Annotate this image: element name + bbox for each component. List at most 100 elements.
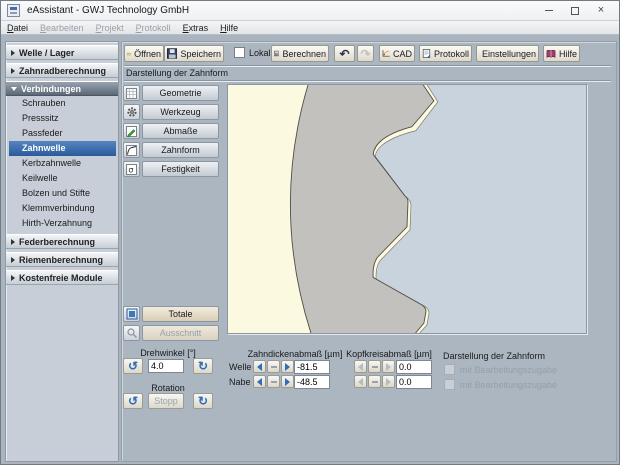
arrow-left-icon xyxy=(358,363,363,371)
welle-kopfkreis-input[interactable] xyxy=(396,360,432,374)
werkzeug-button[interactable]: Werkzeug xyxy=(142,104,219,120)
welle-zahndicken-input[interactable] xyxy=(294,360,330,374)
zahnform-button[interactable]: Zahnform xyxy=(142,142,219,158)
bearbeitungszugabe-checkbox-2[interactable] xyxy=(444,379,455,390)
welle-kopfkreis-next-button[interactable] xyxy=(382,360,395,373)
sidebar-section-verbindungen[interactable]: Verbindungen xyxy=(6,81,118,96)
rotation-cw-button[interactable]: ↻ xyxy=(193,393,213,409)
divider xyxy=(124,80,611,82)
totale-icon-button[interactable] xyxy=(123,306,140,322)
rotate-ccw-icon: ↺ xyxy=(128,360,138,372)
totale-button[interactable]: Totale xyxy=(142,306,219,322)
nabe-kopfkreis-prev-button[interactable] xyxy=(354,375,367,388)
menu-protokoll[interactable]: Protokoll xyxy=(130,23,177,33)
sidebar-section-federberechnung[interactable]: Federberechnung xyxy=(6,234,118,249)
menu-hilfe[interactable]: Hilfe xyxy=(214,23,244,33)
welle-kopfkreis-reset-button[interactable] xyxy=(368,360,381,373)
nabe-zahndicken-prev-button[interactable] xyxy=(253,375,266,388)
sidebar-item-presssitz[interactable]: Presssitz xyxy=(6,111,118,126)
nabe-kopfkreis-input[interactable] xyxy=(396,375,432,389)
nabe-kopfkreis-reset-button[interactable] xyxy=(368,375,381,388)
arrow-right-icon xyxy=(285,363,290,371)
sidebar-item-hirth-verzahnung[interactable]: Hirth-Verzahnung xyxy=(6,216,118,231)
sidebar-item-zahnwelle[interactable]: Zahnwelle xyxy=(9,141,116,156)
festigkeit-button[interactable]: Festigkeit xyxy=(142,161,219,177)
calculate-button[interactable]: Berechnen xyxy=(271,45,329,62)
sidebar-section-kostenfreie-module[interactable]: Kostenfreie Module xyxy=(6,270,118,285)
menu-extras[interactable]: Extras xyxy=(177,23,215,33)
welle-kopfkreis-prev-button[interactable] xyxy=(354,360,367,373)
welle-zahndicken-prev-button[interactable] xyxy=(253,360,266,373)
nabe-zahndicken-input[interactable] xyxy=(294,375,330,389)
geometrie-icon-button[interactable] xyxy=(123,85,140,101)
rotate-cw-icon: ↻ xyxy=(198,360,208,372)
sidebar-item-passfeder[interactable]: Passfeder xyxy=(6,126,118,141)
cad-button[interactable]: CAD xyxy=(379,45,415,62)
maximize-button[interactable] xyxy=(567,4,583,18)
rotate-cw-icon: ↻ xyxy=(198,395,208,407)
magnifier-icon xyxy=(126,327,138,339)
welle-zahndicken-next-button[interactable] xyxy=(281,360,294,373)
sidebar-item-kerbzahnwelle[interactable]: Kerbzahnwelle xyxy=(6,156,118,171)
welle-zahndicken-reset-button[interactable] xyxy=(267,360,280,373)
bearbeitungszugabe-row-2: mit Bearbeitungszugabe xyxy=(444,379,557,390)
nabe-zahndicken-reset-button[interactable] xyxy=(267,375,280,388)
sidebar-item-schrauben[interactable]: Schrauben xyxy=(6,96,118,111)
report-button[interactable]: Protokoll xyxy=(419,45,472,62)
abmasse-button[interactable]: Abmaße xyxy=(142,123,219,139)
geometrie-button[interactable]: Geometrie xyxy=(142,85,219,101)
pencil-icon xyxy=(126,126,137,137)
menu-bearbeiten[interactable]: Bearbeiten xyxy=(34,23,90,33)
minimize-button[interactable] xyxy=(541,4,557,18)
rotate-step-cw-button[interactable]: ↻ xyxy=(193,358,213,374)
sidebar-item-klemmverbindung[interactable]: Klemmverbindung xyxy=(6,201,118,216)
drehwinkel-input[interactable] xyxy=(148,359,184,373)
window-title: eAssistant - GWJ Technology GmbH xyxy=(27,5,189,16)
minus-icon xyxy=(372,366,378,368)
ausschnitt-icon-button[interactable] xyxy=(123,325,140,341)
werkzeug-icon-button[interactable] xyxy=(123,104,140,120)
minus-icon xyxy=(372,381,378,383)
rotate-ccw-icon: ↺ xyxy=(128,395,138,407)
document-icon xyxy=(422,48,431,59)
save-icon xyxy=(167,48,177,59)
bearbeitungszugabe-checkbox-1[interactable] xyxy=(444,364,455,375)
zahnform-icon-button[interactable] xyxy=(123,142,140,158)
rotate-step-ccw-button[interactable]: ↺ xyxy=(123,358,143,374)
nabe-kopfkreis-next-button[interactable] xyxy=(382,375,395,388)
help-button[interactable]: Hilfe xyxy=(543,45,580,62)
sidebar-item-keilwelle[interactable]: Keilwelle xyxy=(6,171,118,186)
close-button[interactable]: × xyxy=(593,4,609,18)
rotation-label: Rotation xyxy=(123,383,213,393)
sidebar-section-welle-lager[interactable]: Welle / Lager xyxy=(6,45,118,60)
save-button[interactable]: Speichern xyxy=(164,45,224,62)
sidebar-section-zahnradberechnung[interactable]: Zahnradberechnung xyxy=(6,63,118,78)
redo-icon: ↷ xyxy=(360,48,370,60)
undo-button[interactable]: ↶ xyxy=(334,45,355,62)
menu-datei[interactable]: Datei xyxy=(1,23,34,33)
folder-open-icon xyxy=(127,49,131,59)
sidebar-section-riemenberechnung[interactable]: Riemenberechnung xyxy=(6,252,118,267)
ausschnitt-button[interactable]: Ausschnitt xyxy=(142,325,219,341)
sidebar-item-bolzen-und-stifte[interactable]: Bolzen und Stifte xyxy=(6,186,118,201)
gear-icon xyxy=(126,106,138,118)
chevron-down-icon xyxy=(11,87,17,91)
sigma-icon: σ xyxy=(126,164,137,175)
settings-button[interactable]: Einstellungen xyxy=(476,45,539,62)
title-bar: eAssistant - GWJ Technology GmbH × xyxy=(1,1,619,21)
open-button[interactable]: Öffnen xyxy=(124,45,164,62)
rotation-stop-button[interactable]: Stopp xyxy=(148,393,184,409)
rotation-ccw-button[interactable]: ↺ xyxy=(123,393,143,409)
display-group-label: Darstellung der Zahnform xyxy=(443,351,545,361)
menu-projekt[interactable]: Projekt xyxy=(90,23,130,33)
redo-button[interactable]: ↷ xyxy=(357,45,374,62)
abmasse-icon-button[interactable] xyxy=(123,123,140,139)
calculator-icon xyxy=(274,48,279,59)
nabe-row-label: Nabe xyxy=(229,377,251,387)
fit-view-icon xyxy=(126,308,138,320)
festigkeit-icon-button[interactable]: σ xyxy=(123,161,140,177)
nabe-zahndicken-next-button[interactable] xyxy=(281,375,294,388)
zahnform-canvas[interactable] xyxy=(227,84,587,334)
main-panel: Öffnen Speichern Lokal Berechnen ↶ ↷ CAD… xyxy=(121,41,617,462)
local-checkbox[interactable] xyxy=(234,47,245,58)
